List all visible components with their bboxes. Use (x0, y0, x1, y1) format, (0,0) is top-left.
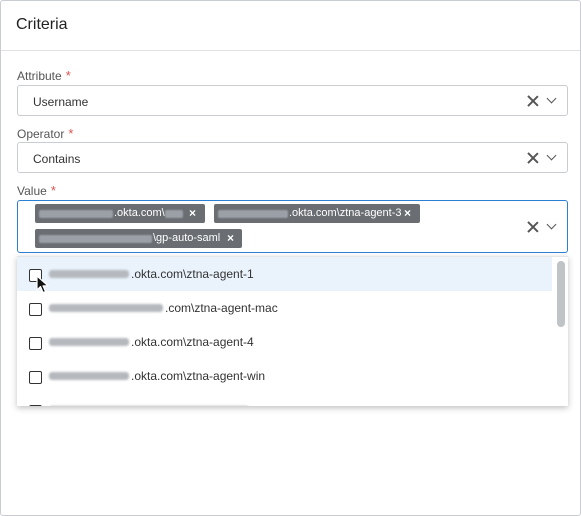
chip-remove-icon[interactable]: × (227, 229, 234, 248)
dropdown-option[interactable] (17, 393, 552, 406)
required-mark: * (50, 183, 56, 198)
attribute-label: Attribute * (17, 68, 71, 83)
value-chip: \gp-auto-saml × (35, 229, 242, 248)
redacted-text (49, 338, 129, 346)
value-chip: .okta.com\ × (35, 204, 205, 223)
clear-icon[interactable] (527, 152, 539, 164)
redacted-text (49, 372, 129, 380)
value-dropdown-list: .okta.com\ztna-agent-1 .com\ztna-agent-m… (17, 256, 568, 406)
dropdown-option[interactable]: .com\ztna-agent-mac (17, 291, 552, 325)
operator-select[interactable]: Contains (17, 142, 568, 173)
required-mark: * (68, 126, 74, 141)
option-checkbox[interactable] (29, 405, 42, 406)
mouse-pointer-icon (36, 275, 49, 294)
redacted-text (39, 209, 113, 218)
value-chip: .okta.com\ztna-agent-3 × (214, 204, 420, 223)
clear-icon[interactable] (527, 95, 539, 107)
redacted-text (218, 209, 288, 218)
redacted-text (49, 270, 129, 278)
attribute-select[interactable]: Username (17, 85, 568, 116)
chevron-down-icon[interactable] (546, 150, 557, 161)
option-checkbox[interactable] (29, 303, 42, 316)
redacted-text (49, 304, 163, 312)
chevron-down-icon[interactable] (546, 93, 557, 104)
criteria-panel: Criteria Attribute * Username Operator * C… (0, 0, 581, 516)
chevron-down-icon[interactable] (546, 219, 557, 230)
panel-header: Criteria (1, 1, 580, 51)
chip-remove-icon[interactable]: × (404, 204, 411, 223)
clear-icon[interactable] (527, 221, 539, 233)
chip-remove-icon[interactable]: × (189, 204, 196, 223)
operator-value: Contains (33, 152, 81, 166)
value-multiselect[interactable]: .okta.com\ × .okta.com\ztna-agent-3 × \g… (17, 200, 568, 253)
redacted-text (39, 234, 152, 243)
required-mark: * (65, 68, 71, 83)
dropdown-option[interactable]: .okta.com\ztna-agent-win (17, 359, 552, 393)
dropdown-scrollbar[interactable] (557, 261, 565, 327)
dropdown-option[interactable]: .okta.com\ztna-agent-4 (17, 325, 552, 359)
panel-title: Criteria (16, 16, 68, 33)
value-label: Value * (17, 183, 56, 198)
operator-label: Operator * (17, 126, 74, 141)
option-checkbox[interactable] (29, 337, 42, 350)
attribute-value: Username (33, 95, 89, 109)
option-checkbox[interactable] (29, 371, 42, 384)
redacted-text (164, 209, 183, 218)
dropdown-option[interactable]: .okta.com\ztna-agent-1 (17, 257, 552, 291)
